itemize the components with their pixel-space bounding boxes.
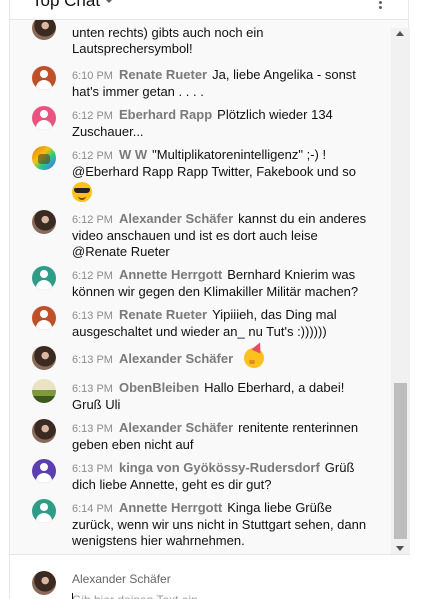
chat-message-list: unten rechts) gibts auch noch ein Lautsp… [10, 20, 391, 554]
chat-scrollbar[interactable] [391, 28, 410, 554]
party-face-emoji-icon [244, 348, 265, 368]
message-text-line: Lautsprechersymbol! [72, 41, 193, 56]
message-timestamp: 6:14 PM [72, 503, 113, 515]
author-avatar[interactable] [32, 346, 56, 370]
message-timestamp: 6:13 PM [72, 310, 113, 322]
message-author[interactable]: Alexander Schäfer [119, 351, 233, 366]
composer-author-name: Alexander Schäfer [72, 572, 171, 586]
author-avatar[interactable] [32, 210, 56, 234]
chevron-down-icon[interactable] [104, 0, 114, 3]
author-avatar [32, 571, 56, 595]
message-author[interactable]: ObenBleiben [119, 380, 199, 395]
message-author[interactable]: W W [119, 147, 147, 162]
more-vert-icon[interactable] [379, 0, 383, 10]
message-author[interactable]: Renate Rueter [119, 67, 207, 82]
message-author[interactable]: Alexander Schäfer [119, 211, 233, 226]
message-text: "Multiplikatorenintelligenz" ;-) ! @Eber… [72, 147, 356, 179]
message-timestamp: 6:12 PM [72, 110, 113, 122]
message-timestamp: 6:13 PM [72, 423, 113, 435]
message-timestamp: 6:13 PM [72, 354, 113, 367]
message-author[interactable]: Renate Rueter [119, 307, 207, 322]
author-avatar[interactable] [32, 419, 56, 443]
author-avatar[interactable] [32, 66, 56, 90]
author-avatar[interactable] [32, 499, 56, 523]
scrollbar-thumb[interactable] [394, 383, 407, 539]
message-timestamp: 6:10 PM [72, 70, 113, 82]
message-timestamp: 6:12 PM [72, 150, 113, 162]
author-avatar[interactable] [32, 306, 56, 330]
author-avatar[interactable] [32, 266, 56, 290]
sunglasses-emoji-icon [72, 182, 92, 202]
message-text-line: unten rechts) gibts auch noch ein [72, 25, 264, 40]
message-author[interactable]: Annette Herrgott [119, 500, 222, 515]
author-avatar[interactable] [32, 379, 56, 403]
message-timestamp: 6:12 PM [72, 214, 113, 226]
chat-mode-title[interactable]: Top Chat [32, 0, 100, 11]
chat-composer: Alexander Schäfer [10, 554, 410, 599]
message-author[interactable]: Eberhard Rapp [119, 107, 212, 122]
message-timestamp: 6:12 PM [72, 270, 113, 282]
message-timestamp: 6:13 PM [72, 463, 113, 475]
author-avatar[interactable] [32, 146, 56, 170]
message-timestamp: 6:13 PM [72, 383, 113, 395]
author-avatar[interactable] [32, 459, 56, 483]
author-avatar[interactable] [32, 20, 56, 40]
scroll-down-arrow-icon[interactable] [396, 546, 404, 551]
message-author[interactable]: kinga von Gyökössy-Rudersdorf [119, 460, 320, 475]
author-avatar[interactable] [32, 106, 56, 130]
message-text: Ja, liebe Angelika - sonst hat's immer g… [72, 67, 356, 99]
live-chat-panel: Top Chat unten rechts) gibts auch noch e… [9, 0, 410, 599]
text-cursor [72, 593, 73, 599]
chat-header: Top Chat [10, 0, 408, 20]
scroll-up-arrow-icon[interactable] [396, 31, 404, 36]
chat-message-input[interactable] [72, 591, 372, 599]
message-author[interactable]: Alexander Schäfer [119, 420, 233, 435]
message-author[interactable]: Annette Herrgott [119, 267, 222, 282]
